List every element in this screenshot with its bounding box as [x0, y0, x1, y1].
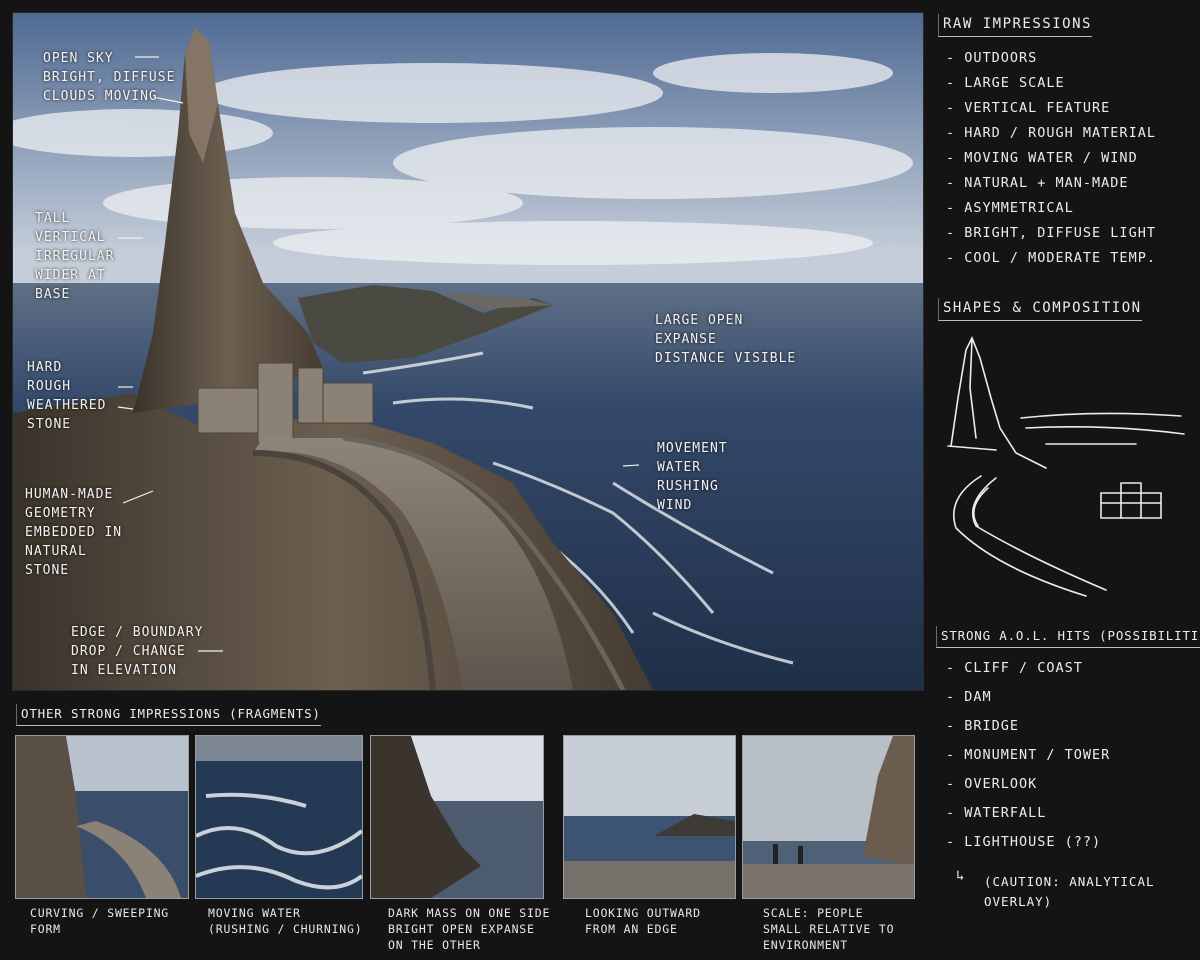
note-open-sky: OPEN SKY BRIGHT, DIFFUSE CLOUDS MOVING — [43, 51, 176, 104]
aol-caution: (CAUTION: ANALYTICAL OVERLAY) — [984, 874, 1155, 909]
note-hard-rough: HARD ROUGH WEATHERED STONE — [27, 360, 107, 432]
aol-list: CLIFF / COASTDAMBRIDGEMONUMENT / TOWEROV… — [946, 660, 1110, 863]
note-edge-boundary: EDGE / BOUNDARY DROP / CHANGE IN ELEVATI… — [71, 625, 204, 678]
raw-item: VERTICAL FEATURE — [946, 100, 1156, 125]
fragment-caption-1: CURVING / SWEEPING FORM — [30, 906, 170, 936]
fragments-title: OTHER STRONG IMPRESSIONS (FRAGMENTS) — [16, 704, 321, 726]
fragment-thumb-edge — [563, 735, 736, 899]
note-movement: MOVEMENT WATER RUSHING WIND — [657, 441, 728, 513]
composition-sketch — [947, 336, 1185, 597]
fragment-thumb-scale — [742, 735, 915, 899]
note-tall-vertical: TALL VERTICAL IRREGULAR WIDER AT BASE — [35, 211, 115, 302]
fragment-caption-5: SCALE: PEOPLE SMALL RELATIVE TO ENVIRONM… — [763, 906, 895, 952]
aol-item: LIGHTHOUSE (??) — [946, 834, 1110, 863]
aol-title: STRONG A.O.L. HITS (POSSIBILITIES) — [936, 626, 1200, 648]
aol-item: WATERFALL — [946, 805, 1110, 834]
fragment-thumb-dark-mass — [370, 735, 544, 899]
raw-item: NATURAL + MAN-MADE — [946, 175, 1156, 200]
aol-item: OVERLOOK — [946, 776, 1110, 805]
main-photo: OPEN SKY BRIGHT, DIFFUSE CLOUDS MOVING T… — [12, 12, 924, 691]
raw-item: COOL / MODERATE TEMP. — [946, 250, 1156, 275]
aol-item: CLIFF / COAST — [946, 660, 1110, 689]
raw-item: ASYMMETRICAL — [946, 200, 1156, 225]
raw-item: HARD / ROUGH MATERIAL — [946, 125, 1156, 150]
fragment-caption-4: LOOKING OUTWARD FROM AN EDGE — [585, 906, 701, 936]
note-human-made: HUMAN-MADE GEOMETRY EMBEDDED IN NATURAL … — [25, 487, 123, 578]
return-arrow-icon: ↳ — [956, 868, 966, 884]
fragment-thumb-curving — [15, 735, 189, 899]
fragment-caption-3: DARK MASS ON ONE SIDE BRIGHT OPEN EXPANS… — [388, 906, 551, 952]
aol-item: BRIDGE — [946, 718, 1110, 747]
aol-item: MONUMENT / TOWER — [946, 747, 1110, 776]
raw-impressions-list: OUTDOORSLARGE SCALEVERTICAL FEATUREHARD … — [946, 50, 1156, 275]
raw-item: LARGE SCALE — [946, 75, 1156, 100]
aol-item: DAM — [946, 689, 1110, 718]
raw-item: OUTDOORS — [946, 50, 1156, 75]
raw-item: BRIGHT, DIFFUSE LIGHT — [946, 225, 1156, 250]
raw-item: MOVING WATER / WIND — [946, 150, 1156, 175]
fragment-thumb-water — [195, 735, 363, 899]
fragment-caption-2: MOVING WATER (RUSHING / CHURNING) — [208, 906, 363, 936]
note-large-open: LARGE OPEN EXPANSE DISTANCE VISIBLE — [655, 313, 797, 366]
shapes-composition-title: SHAPES & COMPOSITION — [938, 298, 1142, 321]
raw-impressions-title: RAW IMPRESSIONS — [938, 14, 1092, 37]
